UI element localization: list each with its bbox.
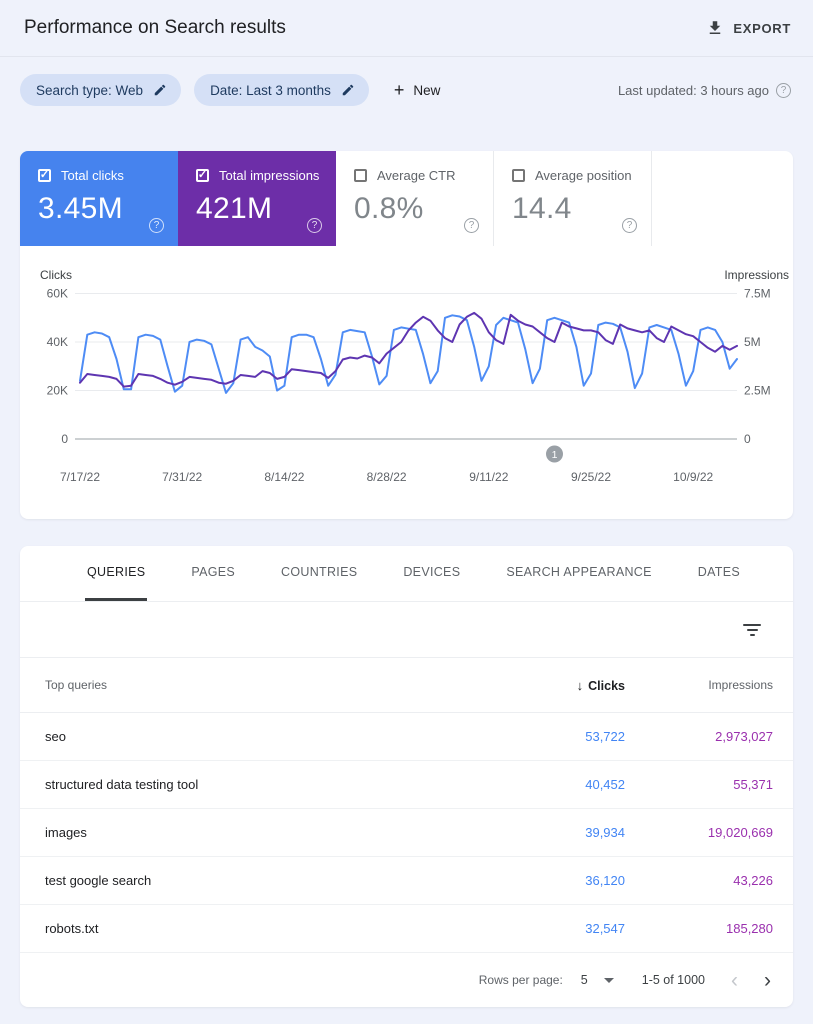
rows-per-page-dropdown-icon[interactable] bbox=[604, 978, 614, 983]
help-icon[interactable]: ? bbox=[776, 83, 791, 98]
new-filter-label: New bbox=[413, 83, 440, 98]
table-row[interactable]: structured data testing tool 40,452 55,3… bbox=[20, 761, 793, 809]
svg-text:2.5M: 2.5M bbox=[744, 384, 771, 398]
date-range-chip-label: Date: Last 3 months bbox=[210, 83, 331, 98]
new-filter-button[interactable]: + New bbox=[394, 81, 441, 99]
total-clicks-checkbox[interactable] bbox=[38, 169, 51, 182]
next-page-button[interactable]: › bbox=[764, 970, 771, 991]
table-row[interactable]: test google search 36,120 43,226 bbox=[20, 857, 793, 905]
time-series-chart[interactable]: Clicks Impressions 0020K2.5M40K5M60K7.5M… bbox=[20, 246, 793, 519]
tab-devices[interactable]: DEVICES bbox=[401, 546, 462, 601]
filter-icon[interactable] bbox=[739, 620, 765, 640]
total-impressions-checkbox[interactable] bbox=[196, 169, 209, 182]
total-impressions-label: Total impressions bbox=[219, 168, 319, 183]
clicks-header[interactable]: ↓ Clicks bbox=[475, 678, 625, 693]
app-header: Performance on Search results EXPORT bbox=[0, 0, 813, 57]
last-updated-text: Last updated: 3 hours ago bbox=[618, 83, 769, 98]
dimensions-table-panel: QUERIES PAGES COUNTRIES DEVICES SEARCH A… bbox=[20, 546, 793, 1007]
svg-text:20K: 20K bbox=[47, 384, 68, 398]
performance-chart-panel: Total clicks 3.45M ? Total impressions 4… bbox=[20, 151, 793, 519]
clicks-cell: 32,547 bbox=[475, 921, 625, 936]
chart-canvas[interactable]: 0 0 20K 2.5M 40K 5M 60K 7.5M 7/17/22 7/31/22 8/14/… bbox=[20, 246, 792, 519]
tab-queries[interactable]: QUERIES bbox=[85, 546, 147, 601]
date-range-chip[interactable]: Date: Last 3 months bbox=[194, 74, 369, 106]
tab-pages[interactable]: PAGES bbox=[189, 546, 237, 601]
export-button[interactable]: EXPORT bbox=[706, 19, 791, 37]
query-cell: images bbox=[20, 825, 475, 840]
edit-pencil-icon bbox=[153, 83, 167, 97]
average-position-label: Average position bbox=[535, 168, 632, 183]
top-queries-header[interactable]: Top queries bbox=[20, 678, 475, 692]
rows-per-page-label: Rows per page: bbox=[479, 973, 563, 987]
help-icon[interactable]: ? bbox=[622, 218, 637, 233]
svg-text:60K: 60K bbox=[47, 287, 68, 301]
last-updated: Last updated: 3 hours ago ? bbox=[618, 83, 791, 98]
pagination-range: 1-5 of 1000 bbox=[642, 973, 705, 987]
svg-text:0: 0 bbox=[744, 432, 751, 446]
tab-countries[interactable]: COUNTRIES bbox=[279, 546, 359, 601]
svg-text:9/11/22: 9/11/22 bbox=[469, 470, 508, 484]
clicks-cell: 39,934 bbox=[475, 825, 625, 840]
help-icon[interactable]: ? bbox=[464, 218, 479, 233]
svg-text:10/9/22: 10/9/22 bbox=[673, 470, 713, 484]
previous-page-button[interactable]: ‹ bbox=[731, 970, 738, 991]
average-ctr-card[interactable]: Average CTR 0.8% ? bbox=[336, 151, 494, 246]
rows-per-page-value[interactable]: 5 bbox=[581, 973, 588, 987]
table-row[interactable]: images 39,934 19,020,669 bbox=[20, 809, 793, 857]
table-row[interactable]: seo 53,722 2,973,027 bbox=[20, 713, 793, 761]
svg-text:8/28/22: 8/28/22 bbox=[367, 470, 407, 484]
clicks-header-label: Clicks bbox=[588, 679, 625, 693]
help-icon[interactable]: ? bbox=[149, 218, 164, 233]
clicks-cell: 40,452 bbox=[475, 777, 625, 792]
query-cell: robots.txt bbox=[20, 921, 475, 936]
average-ctr-label: Average CTR bbox=[377, 168, 456, 183]
svg-text:1: 1 bbox=[552, 449, 558, 461]
svg-text:7.5M: 7.5M bbox=[744, 287, 771, 301]
metric-cards-row: Total clicks 3.45M ? Total impressions 4… bbox=[20, 151, 793, 246]
svg-text:0: 0 bbox=[61, 432, 68, 446]
impressions-cell: 19,020,669 bbox=[625, 825, 773, 840]
page-title: Performance on Search results bbox=[24, 17, 286, 39]
table-row[interactable]: robots.txt 32,547 185,280 bbox=[20, 905, 793, 953]
plus-icon: + bbox=[394, 81, 405, 99]
filter-bar: Search type: Web Date: Last 3 months + N… bbox=[0, 74, 813, 106]
cards-filler bbox=[652, 151, 793, 246]
average-ctr-checkbox[interactable] bbox=[354, 169, 367, 182]
svg-text:9/25/22: 9/25/22 bbox=[571, 470, 611, 484]
svg-text:7/17/22: 7/17/22 bbox=[60, 470, 100, 484]
table-filter-row bbox=[20, 602, 793, 658]
average-position-card[interactable]: Average position 14.4 ? bbox=[494, 151, 652, 246]
download-icon bbox=[706, 19, 724, 37]
table-header-row: Top queries ↓ Clicks Impressions bbox=[20, 658, 793, 713]
help-icon[interactable]: ? bbox=[307, 218, 322, 233]
query-cell: test google search bbox=[20, 873, 475, 888]
svg-text:5M: 5M bbox=[744, 335, 761, 349]
search-type-chip[interactable]: Search type: Web bbox=[20, 74, 181, 106]
table-footer: Rows per page: 5 1-5 of 1000 ‹ › bbox=[20, 953, 793, 1007]
clicks-cell: 53,722 bbox=[475, 729, 625, 744]
svg-text:7/31/22: 7/31/22 bbox=[162, 470, 202, 484]
clicks-cell: 36,120 bbox=[475, 873, 625, 888]
edit-pencil-icon bbox=[341, 83, 355, 97]
average-position-checkbox[interactable] bbox=[512, 169, 525, 182]
sort-desc-icon: ↓ bbox=[577, 678, 584, 693]
query-cell: structured data testing tool bbox=[20, 777, 475, 792]
impressions-cell: 2,973,027 bbox=[625, 729, 773, 744]
impressions-cell: 55,371 bbox=[625, 777, 773, 792]
tab-search-appearance[interactable]: SEARCH APPEARANCE bbox=[504, 546, 653, 601]
search-type-chip-label: Search type: Web bbox=[36, 83, 143, 98]
dimension-tabs: QUERIES PAGES COUNTRIES DEVICES SEARCH A… bbox=[20, 546, 793, 602]
svg-text:8/14/22: 8/14/22 bbox=[264, 470, 304, 484]
total-clicks-card[interactable]: Total clicks 3.45M ? bbox=[20, 151, 178, 246]
export-button-label: EXPORT bbox=[733, 21, 791, 36]
impressions-header[interactable]: Impressions bbox=[625, 678, 773, 692]
svg-text:40K: 40K bbox=[47, 335, 68, 349]
total-impressions-card[interactable]: Total impressions 421M ? bbox=[178, 151, 336, 246]
tab-dates[interactable]: DATES bbox=[696, 546, 742, 601]
impressions-cell: 43,226 bbox=[625, 873, 773, 888]
query-cell: seo bbox=[20, 729, 475, 744]
impressions-cell: 185,280 bbox=[625, 921, 773, 936]
total-clicks-label: Total clicks bbox=[61, 168, 124, 183]
